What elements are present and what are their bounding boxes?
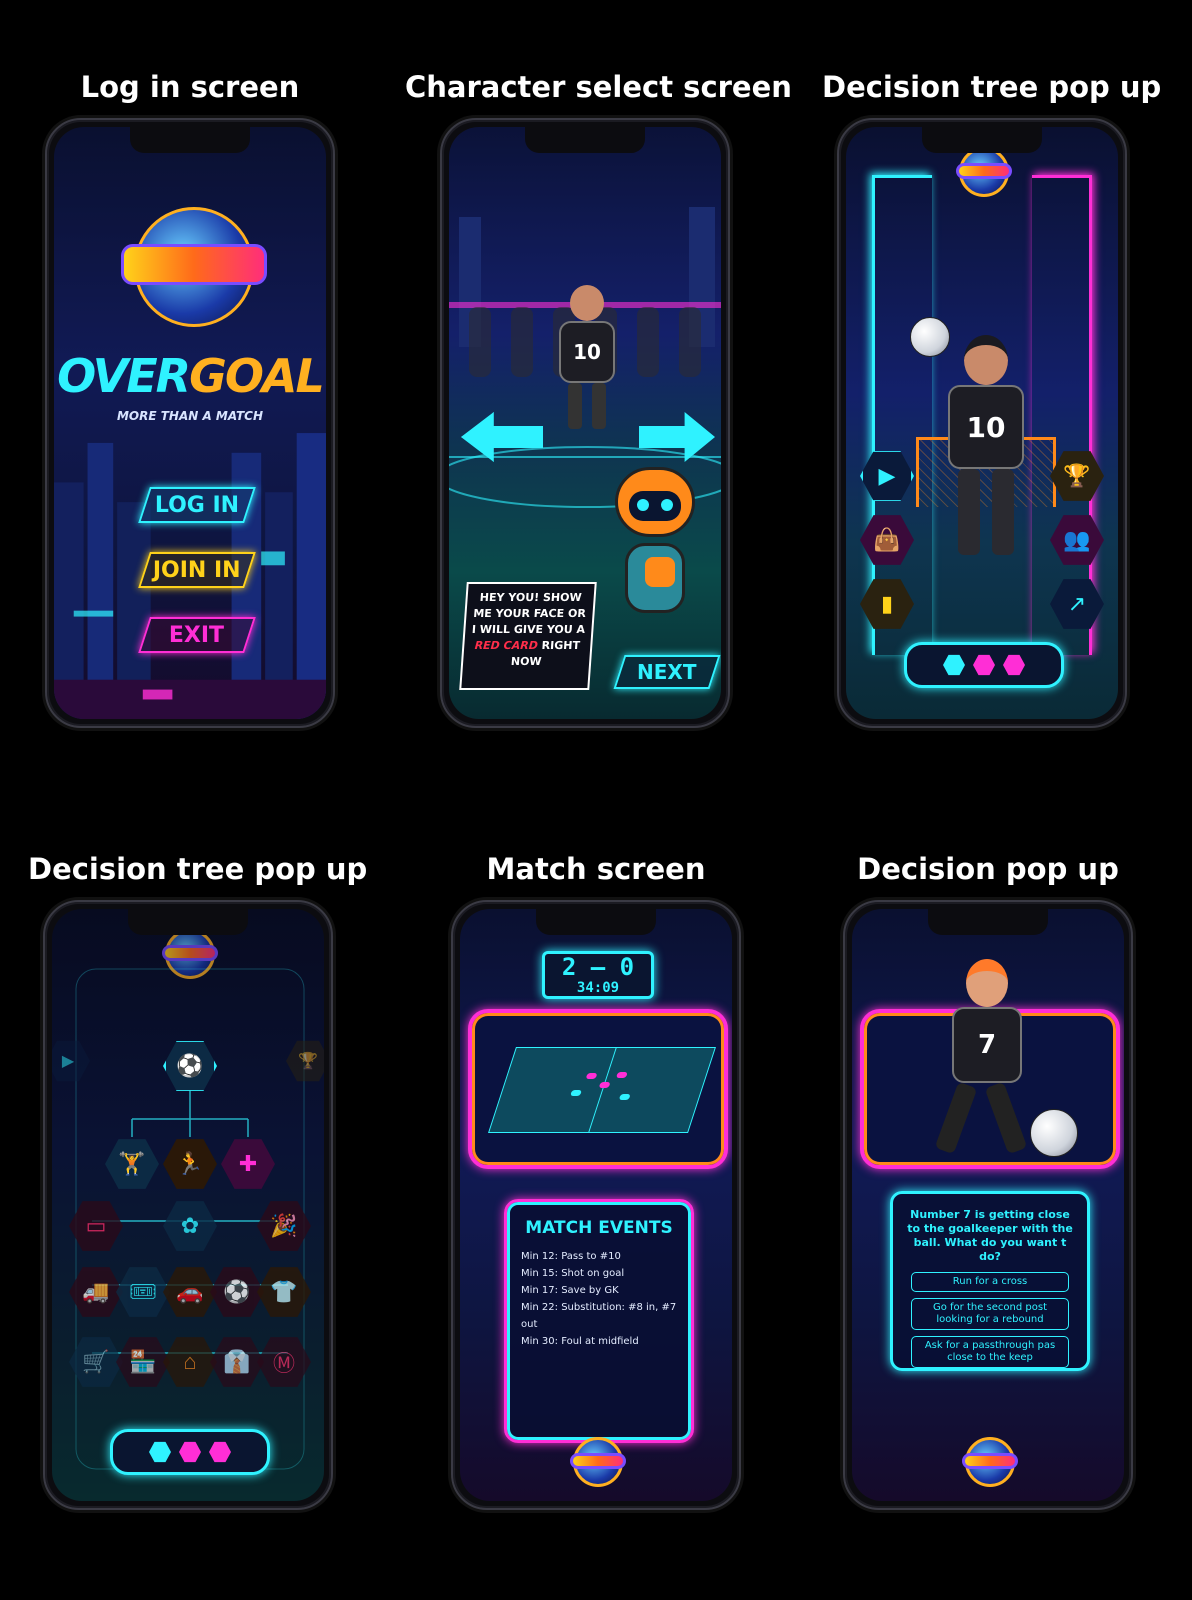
phone-frame: 2 – 0 34:09 MATCH EVENTS Min 12: Pass to… bbox=[451, 900, 741, 1510]
speech-line-2: ME YOUR FACE OR bbox=[472, 607, 587, 620]
hex-gem-selector[interactable] bbox=[904, 642, 1064, 688]
login-screen-title: Log in screen bbox=[80, 70, 300, 104]
tagline: MORE THAN A MATCH bbox=[116, 409, 264, 423]
phone-screen: ⚽ 🏋 🏃 ✚ ▭ ✿ 🎉 🚚 🎟 🚗 ⚽ 👕 🛒 🏪 ⌂ 👔 Ⓜ ▶ 🏆 bbox=[52, 909, 324, 1501]
speech-line-5: NOW bbox=[510, 655, 543, 668]
speech-red-card: RED CARD bbox=[474, 639, 539, 652]
scoreboard: 2 – 0 34:09 bbox=[542, 951, 654, 999]
bottom-mascot-logo[interactable] bbox=[569, 1437, 627, 1487]
login-button-label: LOG IN bbox=[154, 492, 240, 518]
decision-tree-panel-1: Decision tree pop up 10 ▶ 👜 ▮ 🏆 👥 ↗ bbox=[822, 70, 1162, 770]
goggles-icon bbox=[955, 163, 1013, 180]
robot-mascot bbox=[595, 447, 715, 657]
match-event: Min 15: Shot on goal bbox=[521, 1268, 625, 1279]
match-clock: 34:09 bbox=[576, 980, 620, 996]
speech-line-3: I WILL GIVE YOU A bbox=[471, 623, 586, 636]
phone-screen: 10 ▶ 👜 ▮ 🏆 👥 ↗ bbox=[846, 127, 1118, 719]
exit-button[interactable]: EXIT bbox=[138, 617, 256, 653]
goalkeeper-player: 10 bbox=[936, 335, 1036, 565]
decision-popup-panel: Decision pop up 7 Number 7 is getting cl… bbox=[828, 852, 1148, 1552]
player-jersey-number: 10 bbox=[559, 321, 615, 383]
match-events-list: Min 12: Pass to #10 Min 15: Shot on goal… bbox=[521, 1248, 691, 1350]
phone-notch bbox=[536, 909, 656, 935]
speech-line-4: RED CARD RIGHT bbox=[464, 638, 591, 654]
phone-frame: OVERGOAL MORE THAN A MATCH LOG IN JOIN I… bbox=[45, 118, 335, 728]
pitch-view-frame bbox=[468, 1009, 728, 1169]
hex-gem-selector[interactable] bbox=[110, 1429, 270, 1475]
decision-option-2[interactable]: Go for the second post looking for a reb… bbox=[911, 1298, 1069, 1330]
phone-notch bbox=[128, 909, 248, 935]
top-mascot-logo bbox=[955, 147, 1013, 197]
exit-button-label: EXIT bbox=[169, 622, 225, 648]
goggles-icon bbox=[569, 1453, 627, 1470]
magenta-gem-icon bbox=[209, 1441, 231, 1463]
match-score: 2 – 0 bbox=[561, 953, 635, 981]
login-screen-panel: Log in screen OVERGOAL MORE THAN A MATCH… bbox=[30, 70, 350, 770]
magenta-gem-icon bbox=[973, 654, 995, 676]
next-button-label: NEXT bbox=[637, 660, 697, 684]
cyan-gem-icon bbox=[149, 1441, 171, 1463]
phone-frame: ⚽ 🏋 🏃 ✚ ▭ ✿ 🎉 🚚 🎟 🚗 ⚽ 👕 🛒 🏪 ⌂ 👔 Ⓜ ▶ 🏆 bbox=[43, 900, 333, 1510]
game-logo: OVERGOAL bbox=[54, 349, 326, 403]
tactical-pitch bbox=[488, 1047, 716, 1133]
phone-screen: 10 HEY YOU! SHOW ME YOUR FACE OR I WILL … bbox=[449, 127, 721, 719]
decision-tree-panel-2: Decision tree pop up ⚽ 🏋 🏃 ✚ ▭ ✿ 🎉 🚚 🎟 🚗… bbox=[28, 852, 368, 1552]
phone-notch bbox=[922, 127, 1042, 153]
magenta-gem-icon bbox=[179, 1441, 201, 1463]
match-events-panel: MATCH EVENTS Min 12: Pass to #10 Min 15:… bbox=[504, 1199, 694, 1443]
match-screen-title: Match screen bbox=[486, 852, 706, 886]
phone-screen: 7 Number 7 is getting close to the goalk… bbox=[852, 909, 1124, 1501]
match-event: Min 17: Save by GK bbox=[521, 1285, 619, 1296]
overgoal-mascot-logo bbox=[121, 207, 267, 327]
join-button[interactable]: JOIN IN bbox=[138, 552, 256, 588]
character-select-panel: Character select screen 10 HEY YOU! SHOW… bbox=[405, 70, 792, 770]
phone-notch bbox=[928, 909, 1048, 935]
phone-notch bbox=[130, 127, 250, 153]
match-screen-panel: Match screen 2 – 0 34:09 MATCH EVENTS Mi… bbox=[436, 852, 756, 1552]
login-button[interactable]: LOG IN bbox=[138, 487, 256, 523]
phone-screen: 2 – 0 34:09 MATCH EVENTS Min 12: Pass to… bbox=[460, 909, 732, 1501]
match-event: Min 12: Pass to #10 bbox=[521, 1251, 621, 1262]
goggles-icon bbox=[121, 244, 267, 286]
decision-popup-title: Decision pop up bbox=[857, 852, 1119, 886]
decision-question: Number 7 is getting close to the goalkee… bbox=[907, 1208, 1073, 1263]
match-event: Min 30: Foul at midfield bbox=[521, 1336, 639, 1347]
join-button-label: JOIN IN bbox=[153, 557, 241, 583]
striker-jersey-number: 7 bbox=[952, 1007, 1022, 1083]
decision-option-3[interactable]: Ask for a passthrough pas close to the k… bbox=[911, 1336, 1069, 1368]
character-select-title: Character select screen bbox=[405, 70, 792, 104]
phone-screen: OVERGOAL MORE THAN A MATCH LOG IN JOIN I… bbox=[54, 127, 326, 719]
soccer-ball bbox=[1030, 1109, 1078, 1157]
decision-tree-title-2: Decision tree pop up bbox=[28, 852, 368, 886]
goalkeeper-jersey-number: 10 bbox=[948, 385, 1024, 469]
logo-over: OVER bbox=[57, 349, 191, 403]
robot-speech-bubble: HEY YOU! SHOW ME YOUR FACE OR I WILL GIV… bbox=[459, 582, 597, 690]
selected-player[interactable]: 10 bbox=[554, 285, 620, 435]
cyan-gem-icon bbox=[943, 654, 965, 676]
decision-option-1[interactable]: Run for a cross bbox=[911, 1272, 1069, 1292]
magenta-gem-icon bbox=[1003, 654, 1025, 676]
decision-dialog: Number 7 is getting close to the goalkee… bbox=[890, 1191, 1090, 1371]
goggles-icon bbox=[961, 1453, 1019, 1470]
bottom-mascot-logo[interactable] bbox=[961, 1437, 1019, 1487]
match-events-title: MATCH EVENTS bbox=[525, 1218, 673, 1238]
striker-player: 7 bbox=[932, 959, 1042, 1169]
phone-frame: 7 Number 7 is getting close to the goalk… bbox=[843, 900, 1133, 1510]
decision-tree-title-1: Decision tree pop up bbox=[822, 70, 1162, 104]
phone-notch bbox=[525, 127, 645, 153]
logo-goal: GOAL bbox=[189, 349, 325, 403]
match-event: Min 22: Substitution: #8 in, #7 out bbox=[521, 1302, 677, 1330]
speech-line-4-rest: RIGHT bbox=[537, 639, 581, 652]
next-button[interactable]: NEXT bbox=[613, 655, 721, 689]
phone-frame: 10 HEY YOU! SHOW ME YOUR FACE OR I WILL … bbox=[440, 118, 730, 728]
speech-line-1: HEY YOU! SHOW bbox=[479, 591, 583, 604]
phone-frame: 10 ▶ 👜 ▮ 🏆 👥 ↗ bbox=[837, 118, 1127, 728]
